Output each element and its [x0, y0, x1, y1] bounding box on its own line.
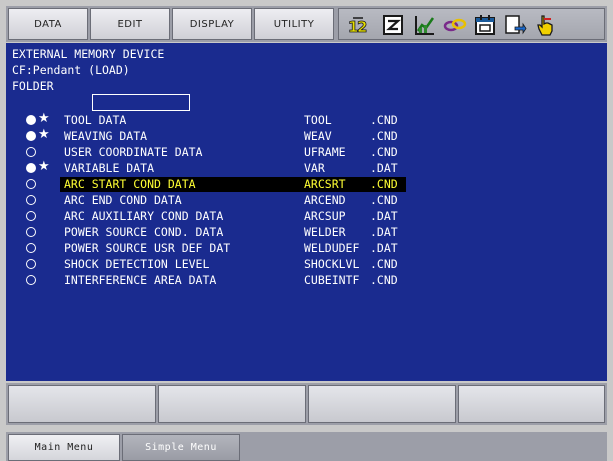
folder-label: FOLDER: [12, 79, 54, 93]
graph-icon[interactable]: [413, 13, 437, 37]
list-item[interactable]: POWER SOURCE USR DEF DAT WELDUDEF .DAT: [6, 240, 606, 256]
item-extension: .CND: [370, 129, 398, 143]
item-filename: WEAV: [304, 129, 332, 143]
item-filename: ARCSUP: [304, 209, 346, 223]
empty-circle-icon: [24, 272, 54, 288]
circle-icon: [26, 275, 36, 285]
item-filename: WELDUDEF: [304, 241, 360, 255]
main-menu-tab[interactable]: Main Menu: [8, 434, 120, 461]
window-switch-icon[interactable]: [503, 13, 527, 37]
empty-circle-icon: [24, 224, 54, 240]
folder-field[interactable]: [92, 94, 190, 111]
filled-circle-icon: [26, 131, 36, 141]
list-item[interactable]: ★ TOOL DATA TOOL .CND: [6, 111, 606, 128]
filled-circle-icon: [26, 163, 36, 173]
list-item[interactable]: USER COORDINATE DATA UFRAME .CND: [6, 144, 606, 160]
item-label: TOOL DATA: [64, 113, 127, 127]
circle-icon: [26, 243, 36, 253]
item-extension: .CND: [370, 257, 398, 271]
item-extension: .DAT: [370, 161, 398, 175]
function-button-3[interactable]: [308, 385, 456, 423]
circle-icon: [26, 211, 36, 221]
item-filename: SHOCKLVL: [304, 257, 360, 271]
page-title: EXTERNAL MEMORY DEVICE: [12, 47, 165, 61]
empty-circle-icon: [24, 192, 54, 208]
filled-circle-icon: [26, 115, 36, 125]
hand-pointer-icon[interactable]: [533, 13, 557, 37]
circle-icon: [26, 195, 36, 205]
item-label: ARC AUXILIARY COND DATA: [64, 209, 224, 223]
item-label: SHOCK DETECTION LEVEL: [64, 257, 210, 271]
pendant-screen: DATA EDIT DISPLAY UTILITY 1 2 EXTERNAL M…: [0, 0, 613, 461]
item-filename: ARCSRT: [304, 177, 346, 191]
item-extension: .DAT: [370, 241, 398, 255]
circle-icon: [26, 179, 36, 189]
list-item[interactable]: SHOCK DETECTION LEVEL SHOCKLVL .CND: [6, 256, 606, 272]
item-label: WEAVING DATA: [64, 129, 148, 143]
item-extension: .DAT: [370, 225, 398, 239]
menu-display[interactable]: DISPLAY: [172, 8, 252, 40]
item-extension: .CND: [370, 193, 398, 207]
item-label: POWER SOURCE USR DEF DAT: [64, 241, 231, 255]
menu-edit[interactable]: EDIT: [90, 8, 170, 40]
empty-circle-icon: [24, 144, 54, 160]
saved-marker-icon: ★: [24, 111, 54, 128]
item-label: POWER SOURCE COND. DATA: [64, 225, 224, 239]
empty-circle-icon: [24, 256, 54, 272]
top-menu-bar: DATA EDIT DISPLAY UTILITY 1 2: [6, 6, 607, 42]
list-item[interactable]: ARC END COND DATA ARCEND .CND: [6, 192, 606, 208]
item-filename: VAR: [304, 161, 325, 175]
circle-icon: [26, 227, 36, 237]
item-label: ARC END COND DATA: [64, 193, 182, 207]
bottom-tab-bar: Main Menu Simple Menu: [6, 432, 607, 461]
svg-text:2: 2: [357, 18, 367, 36]
list-item[interactable]: ARC AUXILIARY COND DATA ARCSUP .DAT: [6, 208, 606, 224]
list-item[interactable]: POWER SOURCE COND. DATA WELDER .DAT: [6, 224, 606, 240]
device-info: CF:Pendant (LOAD): [12, 63, 130, 77]
item-label: INTERFERENCE AREA DATA: [64, 273, 217, 287]
menu-data[interactable]: DATA: [8, 8, 88, 40]
item-extension: .CND: [370, 113, 398, 127]
item-filename: TOOL: [304, 113, 332, 127]
edit-window-icon[interactable]: [381, 13, 405, 37]
list-item[interactable]: INTERFERENCE AREA DATA CUBEINTF .CND: [6, 272, 606, 288]
circle-icon: [26, 147, 36, 157]
function-button-1[interactable]: [8, 385, 156, 423]
item-label: ARC START COND DATA: [64, 177, 196, 191]
item-filename: ARCEND: [304, 193, 346, 207]
link-icon[interactable]: [443, 13, 467, 37]
item-extension: .CND: [370, 145, 398, 159]
external-memory-panel: EXTERNAL MEMORY DEVICE CF:Pendant (LOAD)…: [6, 43, 607, 381]
item-filename: WELDER: [304, 225, 346, 239]
star-icon: ★: [38, 111, 50, 126]
item-label: VARIABLE DATA: [64, 161, 155, 175]
saved-marker-icon: ★: [24, 159, 54, 176]
function-button-4[interactable]: [458, 385, 605, 423]
calendar-icon[interactable]: [473, 13, 497, 37]
simple-menu-tab[interactable]: Simple Menu: [122, 434, 240, 461]
coordinate-toggle-icon[interactable]: 1 2: [347, 13, 371, 37]
function-button-2[interactable]: [158, 385, 306, 423]
item-filename: UFRAME: [304, 145, 346, 159]
star-icon: ★: [38, 127, 50, 142]
circle-icon: [26, 259, 36, 269]
item-filename: CUBEINTF: [304, 273, 360, 287]
item-extension: .CND: [370, 273, 398, 287]
saved-marker-icon: ★: [24, 127, 54, 144]
status-toolbar: 1 2: [338, 8, 605, 40]
empty-circle-icon: [24, 208, 54, 224]
empty-circle-icon: [24, 240, 54, 256]
list-item[interactable]: ★ WEAVING DATA WEAV .CND: [6, 127, 606, 144]
list-item[interactable]: ★ VARIABLE DATA VAR .DAT: [6, 159, 606, 176]
function-button-row: [6, 383, 607, 425]
star-icon: ★: [38, 159, 50, 174]
list-item[interactable]: ARC START COND DATA ARCSRT .CND: [6, 176, 606, 192]
item-extension: .DAT: [370, 209, 398, 223]
menu-utility[interactable]: UTILITY: [254, 8, 334, 40]
empty-circle-icon: [24, 176, 54, 192]
item-label: USER COORDINATE DATA: [64, 145, 203, 159]
item-extension: .CND: [370, 177, 398, 191]
